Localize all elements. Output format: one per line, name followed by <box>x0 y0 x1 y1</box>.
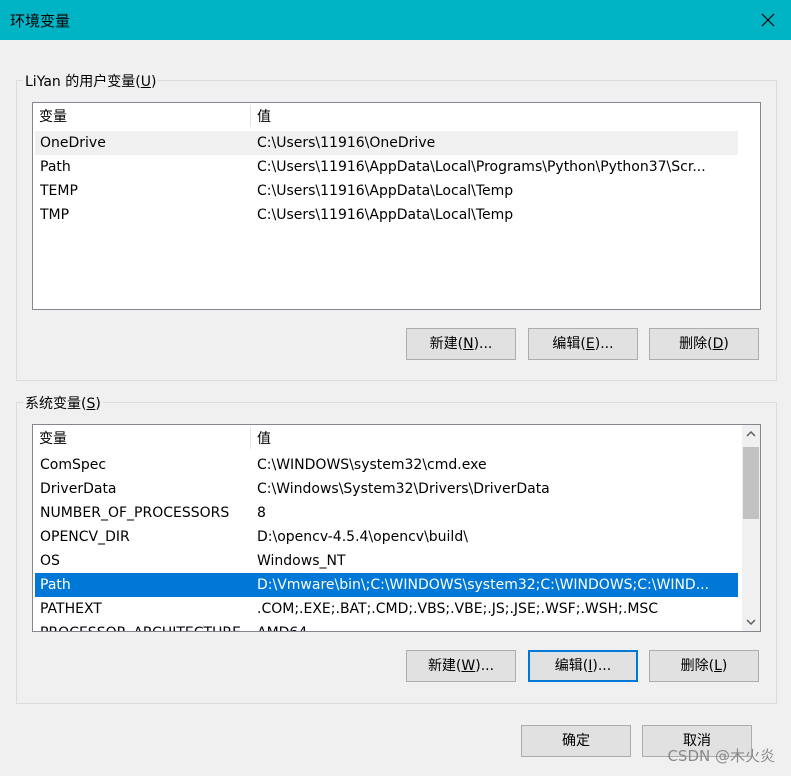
variable-value: .COM;.EXE;.BAT;.CMD;.VBS;.VBE;.JS;.JSE;.… <box>257 601 659 617</box>
table-row[interactable]: TEMP C:\Users\11916\AppData\Local\Temp <box>35 179 738 203</box>
system-variables-list[interactable]: 变量 值 ComSpec C:\WINDOWS\system32\cmd.exe… <box>32 424 761 632</box>
user-new-button[interactable]: 新建(N)... <box>406 328 516 360</box>
chevron-down-icon <box>746 619 756 625</box>
scroll-down-button[interactable] <box>742 613 760 631</box>
close-icon <box>761 13 775 27</box>
variable-value: D:\opencv-4.5.4\opencv\build\ <box>257 529 468 545</box>
system-edit-button[interactable]: 编辑(I)... <box>528 650 638 682</box>
system-delete-button[interactable]: 删除(L) <box>649 650 759 682</box>
table-row[interactable]: OneDrive C:\Users\11916\OneDrive <box>35 131 738 155</box>
variable-value: C:\Users\11916\OneDrive <box>257 135 436 151</box>
table-row[interactable]: OPENCV_DIR D:\opencv-4.5.4\opencv\build\ <box>35 525 738 549</box>
user-variables-list[interactable]: 变量 值 OneDrive C:\Users\11916\OneDrive Pa… <box>32 102 761 310</box>
variable-name: PATHEXT <box>40 601 102 617</box>
variable-name: TEMP <box>40 183 78 199</box>
variable-value: Windows_NT <box>257 553 346 569</box>
scroll-up-button[interactable] <box>742 425 760 443</box>
list-header: 变量 值 <box>33 103 760 129</box>
close-button[interactable] <box>745 0 791 40</box>
column-header-variable[interactable]: 变量 <box>33 103 250 129</box>
variable-value: D:\Vmware\bin\;C:\WINDOWS\system32;C:\WI… <box>257 577 710 593</box>
user-variables-label: LiYan 的用户变量(U) <box>23 71 159 91</box>
variable-name: OPENCV_DIR <box>40 529 130 545</box>
window-title: 环境变量 <box>10 12 71 30</box>
watermark: CSDN @木火炎 <box>667 747 775 765</box>
variable-value: AMD64 <box>257 621 307 631</box>
table-row[interactable]: Path C:\Users\11916\AppData\Local\Progra… <box>35 155 738 179</box>
variable-name: PROCESSOR_ARCHITECTURE <box>40 621 250 631</box>
system-new-button[interactable]: 新建(W)... <box>406 650 516 682</box>
variable-value: C:\WINDOWS\system32\cmd.exe <box>257 457 487 473</box>
table-row[interactable]: PROCESSOR_ARCHITECTURE AMD64 <box>35 621 738 631</box>
list-header: 变量 值 <box>33 425 760 451</box>
user-edit-button[interactable]: 编辑(E)... <box>528 328 638 360</box>
column-header-value[interactable]: 值 <box>251 103 731 129</box>
ok-button[interactable]: 确定 <box>521 725 631 757</box>
system-variables-label: 系统变量(S) <box>23 393 103 413</box>
variable-name: Path <box>40 159 71 175</box>
user-delete-button[interactable]: 删除(D) <box>649 328 759 360</box>
variable-value: C:\Users\11916\AppData\Local\Temp <box>257 207 514 223</box>
scrollbar-thumb[interactable] <box>743 447 759 519</box>
table-row[interactable]: DriverData C:\Windows\System32\Drivers\D… <box>35 477 738 501</box>
column-header-variable[interactable]: 变量 <box>33 425 250 451</box>
chevron-up-icon <box>746 431 756 437</box>
table-row[interactable]: OS Windows_NT <box>35 549 738 573</box>
column-header-value[interactable]: 值 <box>251 425 731 451</box>
variable-value: C:\Users\11916\AppData\Local\Programs\Py… <box>257 159 706 175</box>
table-row-selected[interactable]: Path D:\Vmware\bin\;C:\WINDOWS\system32;… <box>35 573 738 597</box>
title-bar: 环境变量 <box>0 0 791 40</box>
variable-name: ComSpec <box>40 457 107 473</box>
variable-name: Path <box>40 577 71 593</box>
variable-value: 8 <box>257 505 266 521</box>
variable-name: OneDrive <box>40 135 106 151</box>
vertical-scrollbar[interactable] <box>742 425 760 631</box>
variable-name: TMP <box>40 207 70 223</box>
variable-name: NUMBER_OF_PROCESSORS <box>40 505 230 521</box>
variable-name: DriverData <box>40 481 117 497</box>
table-row[interactable]: TMP C:\Users\11916\AppData\Local\Temp <box>35 203 738 227</box>
table-row[interactable]: PATHEXT .COM;.EXE;.BAT;.CMD;.VBS;.VBE;.J… <box>35 597 738 621</box>
table-row[interactable]: NUMBER_OF_PROCESSORS 8 <box>35 501 738 525</box>
table-row[interactable]: ComSpec C:\WINDOWS\system32\cmd.exe <box>35 453 738 477</box>
variable-value: C:\Windows\System32\Drivers\DriverData <box>257 481 550 497</box>
variable-name: OS <box>40 553 60 569</box>
variable-value: C:\Users\11916\AppData\Local\Temp <box>257 183 514 199</box>
